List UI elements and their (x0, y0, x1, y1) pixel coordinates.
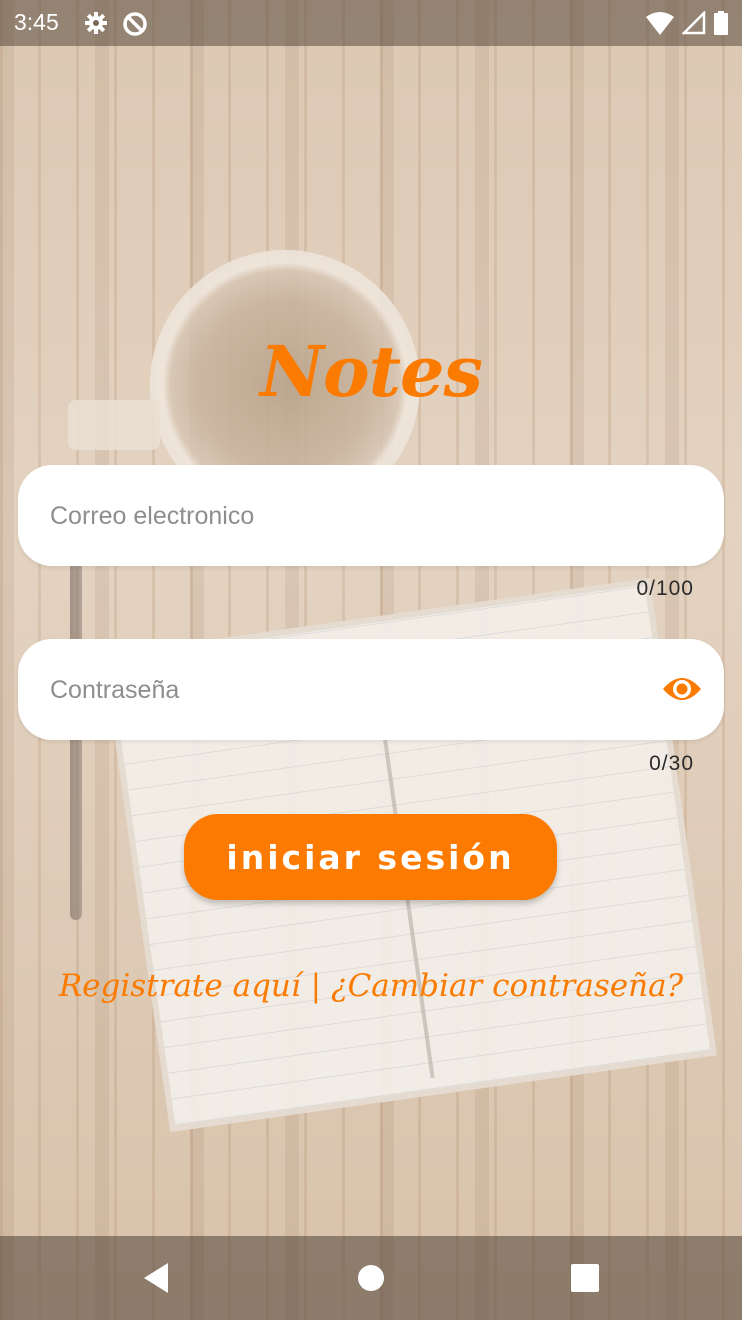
navigation-bar (0, 1236, 742, 1320)
register-link[interactable]: Registrate aquí (59, 968, 301, 1004)
email-input[interactable] (48, 465, 652, 568)
recents-icon[interactable] (570, 1261, 600, 1299)
status-time: 3:45 (14, 9, 59, 35)
app-logo: Notes (260, 330, 483, 413)
signal-icon (682, 11, 706, 35)
status-bar: 3:45 (0, 0, 742, 46)
status-right-icons (646, 11, 728, 35)
eye-icon[interactable] (662, 671, 702, 707)
login-button[interactable]: iniciar sesión (184, 814, 557, 900)
email-char-counter: 0/100 (636, 577, 694, 600)
sync-icon (122, 11, 148, 41)
battery-icon (714, 11, 728, 35)
auth-links: Registrate aquí | ¿Cambiar contraseña? (0, 968, 742, 1004)
change-password-link[interactable]: ¿Cambiar contraseña? (331, 968, 683, 1004)
password-input[interactable] (48, 639, 652, 742)
email-field-container[interactable] (18, 465, 724, 568)
wifi-icon (646, 12, 674, 35)
gear-icon (84, 11, 108, 39)
home-icon[interactable] (357, 1261, 385, 1299)
links-separator: | (310, 968, 322, 1004)
password-field-container[interactable] (18, 639, 724, 742)
password-char-counter: 0/30 (649, 752, 694, 775)
back-icon[interactable] (142, 1261, 172, 1299)
